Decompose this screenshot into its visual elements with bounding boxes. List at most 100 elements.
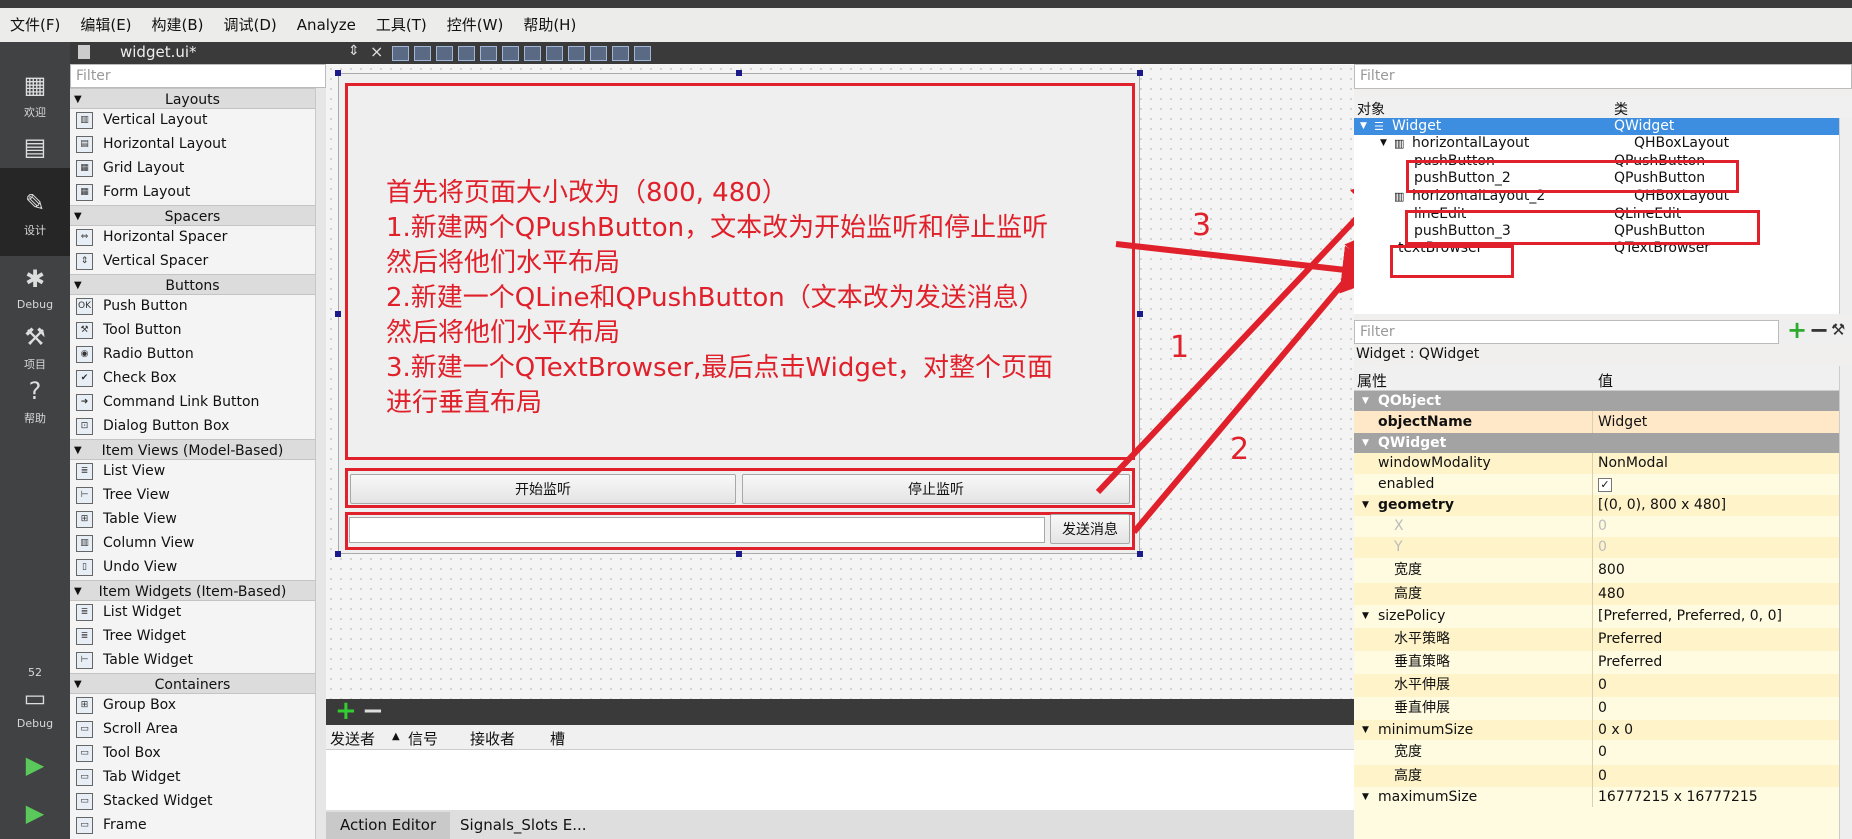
property-group[interactable]: ▼ QWidget (1354, 433, 1839, 453)
column-object[interactable]: 对象 (1357, 99, 1385, 119)
property-scrollbar[interactable] (1839, 366, 1852, 839)
property-row[interactable]: 垂直伸展 0 (1354, 697, 1839, 720)
expand-arrow-icon[interactable]: ▼ (1362, 391, 1369, 411)
object-name: horizontalLayout (1412, 135, 1530, 151)
property-list: ▼ QObject objectName Widget ▼ QWidget windowMo… (1354, 391, 1839, 839)
column-separator (1592, 516, 1593, 537)
object-inspector-filter[interactable]: Filter (1354, 64, 1852, 89)
property-filter[interactable]: Filter (1354, 320, 1779, 344)
bottom-tabbar: Action Editor Signals_Slots E... (326, 810, 1354, 839)
column-separator (1592, 628, 1593, 651)
property-row[interactable]: windowModality NonModal (1354, 453, 1839, 474)
property-row[interactable]: enabled ✓ (1354, 474, 1839, 495)
remove-property-icon[interactable]: − (1809, 316, 1829, 344)
object-inspector-header: 对象 类 (1354, 97, 1852, 119)
property-row[interactable]: X0 (1354, 516, 1839, 537)
property-row[interactable]: 垂直策略 Preferred (1354, 651, 1839, 674)
property-row[interactable]: 宽度 800 (1354, 558, 1839, 583)
column-receiver[interactable]: 接收者 (470, 728, 515, 749)
column-separator (1592, 720, 1593, 740)
column-value[interactable]: 值 (1598, 370, 1613, 391)
enabled-checkbox[interactable]: ✓ (1598, 478, 1612, 492)
column-separator (1592, 765, 1593, 787)
property-name: Y (1394, 539, 1403, 555)
property-group[interactable]: ▼ QObject (1354, 391, 1839, 411)
property-name: QWidget (1378, 435, 1447, 451)
add-property-icon[interactable]: + (1787, 316, 1807, 344)
property-value: 0 (1598, 700, 1607, 716)
property-row[interactable]: objectName Widget (1354, 411, 1839, 433)
object-name: Widget (1392, 118, 1442, 134)
column-slot[interactable]: 槽 (550, 728, 565, 749)
property-name: maximumSize (1378, 789, 1478, 805)
column-separator (1592, 474, 1593, 495)
property-row[interactable]: ▼ sizePolicy [Preferred, Preferred, 0, 0] (1354, 605, 1839, 628)
object-class: QWidget (1614, 118, 1675, 134)
property-name: 高度 (1394, 586, 1422, 602)
property-header: 属性 值 (1354, 366, 1839, 391)
property-value: Preferred (1598, 654, 1663, 670)
property-value: 0 (1598, 744, 1607, 760)
column-sender[interactable]: 发送者 (330, 728, 375, 749)
property-name: 水平策略 (1394, 631, 1450, 647)
tab-signals-slots[interactable]: Signals_Slots E... (446, 812, 601, 839)
column-separator (1592, 583, 1593, 605)
property-row[interactable]: Y0 (1354, 537, 1839, 558)
property-value: Preferred (1598, 631, 1663, 647)
add-connection-icon[interactable]: + (335, 696, 357, 726)
column-class[interactable]: 类 (1614, 99, 1628, 119)
expand-arrow-icon[interactable]: ▼ (1360, 118, 1367, 135)
column-separator (1592, 411, 1593, 433)
expand-arrow-icon[interactable]: ▼ (1380, 135, 1387, 152)
object-inspector-scrollbar[interactable] (1839, 118, 1852, 314)
property-name: X (1394, 518, 1404, 534)
column-separator (1592, 651, 1593, 674)
property-value: 0 (1598, 677, 1607, 693)
property-row[interactable]: 水平伸展 0 (1354, 674, 1839, 697)
column-separator (1592, 787, 1593, 807)
property-name: windowModality (1378, 455, 1491, 471)
property-row[interactable]: ▼ maximumSize 16777215 x 16777215 (1354, 787, 1839, 807)
expand-arrow-icon[interactable]: ▼ (1362, 787, 1369, 807)
property-value: 16777215 x 16777215 (1598, 789, 1758, 805)
column-separator (1592, 558, 1593, 583)
expand-arrow-icon[interactable]: ▼ (1362, 495, 1369, 516)
configure-icon[interactable]: ⚒ (1831, 320, 1845, 339)
property-name: minimumSize (1378, 722, 1474, 738)
object-tree-row[interactable]: ▼ ☰ Widget QWidget (1354, 118, 1839, 135)
object-class: QHBoxLayout (1634, 135, 1730, 151)
signal-slot-toolbar: + − (326, 696, 1354, 726)
property-row[interactable]: 高度 0 (1354, 765, 1839, 787)
column-signal[interactable]: 信号 (408, 728, 438, 749)
property-name: sizePolicy (1378, 608, 1446, 624)
remove-connection-icon[interactable]: − (362, 696, 384, 726)
property-name: 高度 (1394, 768, 1422, 784)
signal-slot-list[interactable] (326, 750, 1354, 810)
property-name: 垂直伸展 (1394, 700, 1450, 716)
column-property[interactable]: 属性 (1357, 370, 1387, 391)
expand-arrow-icon[interactable]: ▼ (1362, 605, 1369, 628)
lineedit-row-highlight (1405, 210, 1760, 245)
property-row[interactable]: 宽度 0 (1354, 740, 1839, 765)
column-separator (1592, 674, 1593, 697)
pushbuttons-highlight (1406, 160, 1739, 193)
column-separator (1592, 697, 1593, 720)
marker-2: 2 (1230, 432, 1250, 467)
column-separator (1592, 495, 1593, 516)
object-tree-row[interactable]: ▼ ▥ horizontalLayout QHBoxLayout (1354, 135, 1839, 152)
expand-arrow-icon[interactable]: ▼ (1362, 433, 1369, 453)
property-value: 480 (1598, 586, 1625, 602)
property-tools: + − ⚒ (1779, 316, 1852, 344)
expand-arrow-icon[interactable]: ▼ (1362, 720, 1369, 740)
property-row[interactable]: 高度 480 (1354, 583, 1839, 605)
property-row[interactable]: ▼ geometry [(0, 0), 800 x 480] (1354, 495, 1839, 516)
sort-up-icon: ▲ (392, 731, 400, 742)
property-value: [Preferred, Preferred, 0, 0] (1598, 608, 1782, 624)
tab-action-editor[interactable]: Action Editor (326, 812, 451, 839)
textbrowser-highlight (1390, 245, 1514, 278)
property-name: objectName (1378, 414, 1473, 430)
property-row[interactable]: ▼ minimumSize 0 x 0 (1354, 720, 1839, 740)
property-value: [(0, 0), 800 x 480] (1598, 497, 1727, 513)
property-row[interactable]: 水平策略 Preferred (1354, 628, 1839, 651)
property-value: 0 x 0 (1598, 722, 1633, 738)
